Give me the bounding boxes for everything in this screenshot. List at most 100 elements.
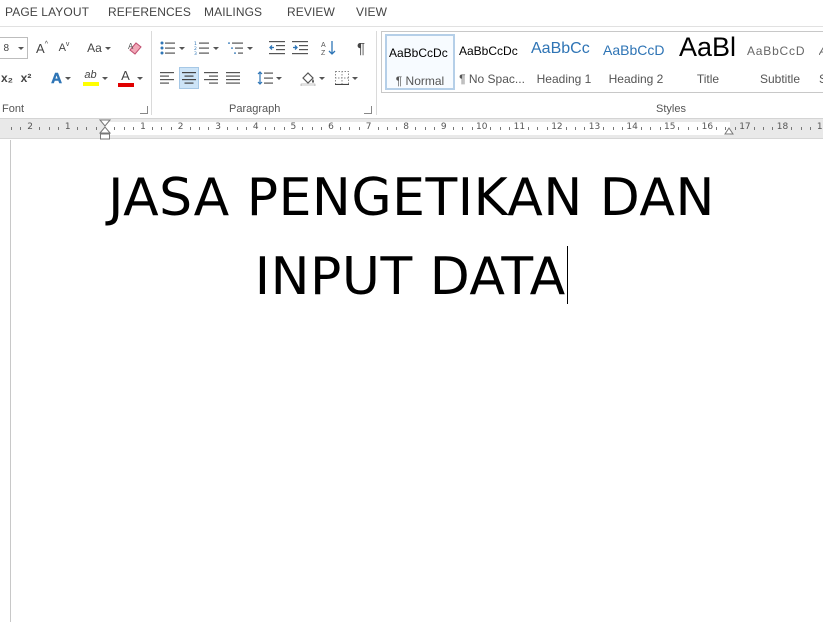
tab-references[interactable]: REFERENCES bbox=[108, 5, 191, 19]
grow-font-button[interactable]: A ^ bbox=[33, 37, 51, 59]
svg-text:A: A bbox=[321, 42, 326, 49]
ruler-tick bbox=[20, 127, 21, 130]
svg-text:A: A bbox=[128, 42, 134, 51]
document-page[interactable]: JASA PENGETIKAN DAN INPUT DATA bbox=[0, 140, 823, 622]
align-center-button[interactable] bbox=[179, 67, 199, 89]
sort-button[interactable]: A Z bbox=[318, 37, 340, 59]
style-title[interactable]: AaBl Title bbox=[673, 32, 743, 90]
ruler-tick bbox=[678, 127, 679, 130]
multilevel-list-icon bbox=[227, 42, 243, 54]
font-color-button[interactable]: A bbox=[114, 67, 146, 89]
change-case-button[interactable]: Aa bbox=[83, 37, 115, 59]
ruler-tick bbox=[171, 127, 172, 130]
align-right-icon bbox=[204, 72, 218, 84]
multilevel-list-button[interactable] bbox=[225, 37, 255, 59]
ruler-tick bbox=[190, 127, 191, 130]
font-color-swatch bbox=[117, 82, 134, 87]
right-indent-marker-icon[interactable] bbox=[724, 126, 734, 136]
ruler-tick bbox=[613, 127, 614, 130]
clear-formatting-button[interactable]: A bbox=[124, 37, 146, 59]
tab-page-layout[interactable]: PAGE LAYOUT bbox=[5, 5, 89, 19]
style-heading-1[interactable]: AaBbCc Heading 1 bbox=[529, 34, 599, 90]
ruler-number: 8 bbox=[403, 122, 410, 132]
text-effects-icon: A bbox=[51, 69, 62, 87]
highlighter-icon: ab bbox=[82, 70, 99, 86]
chevron-down-icon bbox=[318, 76, 325, 80]
style-no-spacing[interactable]: AaBbCcDc ¶ No Spac... bbox=[457, 34, 527, 90]
document-heading-line-1[interactable]: JASA PENGETIKAN DAN bbox=[0, 168, 823, 228]
horizontal-ruler[interactable]: 2 1 1 2 3 4 5 6 7 8 9 10 11 12 13 14 15 16 17 18 1 bbox=[0, 119, 823, 141]
tab-review[interactable]: REVIEW bbox=[287, 5, 335, 19]
ruler-tick bbox=[77, 127, 78, 130]
borders-button[interactable] bbox=[331, 67, 361, 89]
style-subtitle[interactable]: AaBbCcD Subtitle bbox=[745, 34, 815, 90]
ruler-number: 13 bbox=[588, 122, 601, 132]
tab-mailings[interactable]: MAILINGS bbox=[204, 5, 262, 19]
shading-button[interactable] bbox=[297, 67, 327, 89]
ruler-tick bbox=[312, 127, 313, 130]
ruler-number: 9 bbox=[440, 122, 447, 132]
chevron-down-icon bbox=[178, 46, 185, 50]
superscript-button[interactable]: x² bbox=[17, 67, 35, 89]
line-spacing-icon bbox=[257, 71, 273, 85]
line-spacing-button[interactable] bbox=[254, 67, 284, 89]
ruler-tick bbox=[547, 127, 548, 130]
ruler-tick bbox=[161, 127, 162, 130]
ruler-tick bbox=[425, 127, 426, 130]
highlight-color-swatch bbox=[82, 82, 99, 86]
ruler-tick bbox=[415, 127, 416, 130]
justify-button[interactable] bbox=[223, 67, 243, 89]
bullets-button[interactable] bbox=[157, 37, 187, 59]
align-left-button[interactable] bbox=[157, 67, 177, 89]
ruler-tick bbox=[575, 127, 576, 130]
highlight-button[interactable]: ab bbox=[80, 67, 110, 89]
group-divider bbox=[151, 31, 152, 115]
paragraph-dialog-launcher-icon[interactable] bbox=[364, 106, 372, 114]
text-effects-button[interactable]: A bbox=[46, 67, 76, 89]
font-dialog-launcher-icon[interactable] bbox=[140, 106, 148, 114]
styles-gallery: AaBbCcDc ¶ Normal AaBbCcDc ¶ No Spac... … bbox=[381, 31, 823, 93]
shrink-font-button[interactable]: Av bbox=[55, 37, 73, 59]
paint-bucket-icon bbox=[300, 72, 315, 86]
ruler-tick bbox=[791, 127, 792, 130]
style-normal[interactable]: AaBbCcDc ¶ Normal bbox=[385, 34, 455, 90]
subscript-button[interactable]: x₂ bbox=[0, 67, 14, 89]
decrease-indent-icon bbox=[269, 41, 285, 55]
increase-indent-icon bbox=[292, 41, 308, 55]
font-group-label: Font bbox=[2, 103, 25, 115]
ruler-tick bbox=[453, 127, 454, 130]
ruler-tick bbox=[208, 127, 209, 130]
ruler-number: 18 bbox=[776, 122, 789, 132]
numbering-button[interactable]: 1 2 3 bbox=[191, 37, 221, 59]
show-formatting-button[interactable]: ¶ bbox=[350, 37, 372, 59]
ruler-tick bbox=[302, 127, 303, 130]
indent-markers-icon[interactable] bbox=[99, 119, 111, 141]
chevron-down-icon bbox=[104, 46, 111, 50]
bullets-icon bbox=[160, 41, 175, 55]
ruler-number: 11 bbox=[513, 122, 526, 132]
eraser-icon: A bbox=[128, 42, 142, 55]
style-heading-2[interactable]: AaBbCcD Heading 2 bbox=[601, 34, 671, 90]
grow-font-icon: A bbox=[36, 40, 45, 56]
tab-view[interactable]: VIEW bbox=[356, 5, 387, 19]
document-heading-line-2[interactable]: INPUT DATA bbox=[0, 246, 823, 307]
align-right-button[interactable] bbox=[201, 67, 221, 89]
change-case-icon: Aa bbox=[87, 41, 102, 55]
ruler-tick bbox=[622, 127, 623, 130]
decrease-indent-button[interactable] bbox=[266, 37, 288, 59]
chevron-down-icon bbox=[136, 76, 143, 80]
ruler-number: 17 bbox=[739, 122, 751, 132]
ruler-number: 16 bbox=[701, 122, 714, 132]
ribbon-tabs: PAGE LAYOUT REFERENCES MAILINGS REVIEW V… bbox=[0, 0, 823, 26]
style-subtle-emphasis[interactable]: A S bbox=[817, 34, 823, 90]
ruler-tick bbox=[199, 127, 200, 130]
font-size-dropdown[interactable]: 8 bbox=[0, 37, 28, 59]
justify-icon bbox=[226, 72, 240, 84]
ruler-tick bbox=[528, 127, 529, 130]
ruler-tick bbox=[11, 127, 12, 130]
ruler-number: 1 bbox=[816, 122, 823, 132]
ruler-tick bbox=[96, 127, 97, 130]
increase-indent-button[interactable] bbox=[289, 37, 311, 59]
ruler-tick bbox=[650, 127, 651, 130]
ruler-tick bbox=[359, 127, 360, 130]
